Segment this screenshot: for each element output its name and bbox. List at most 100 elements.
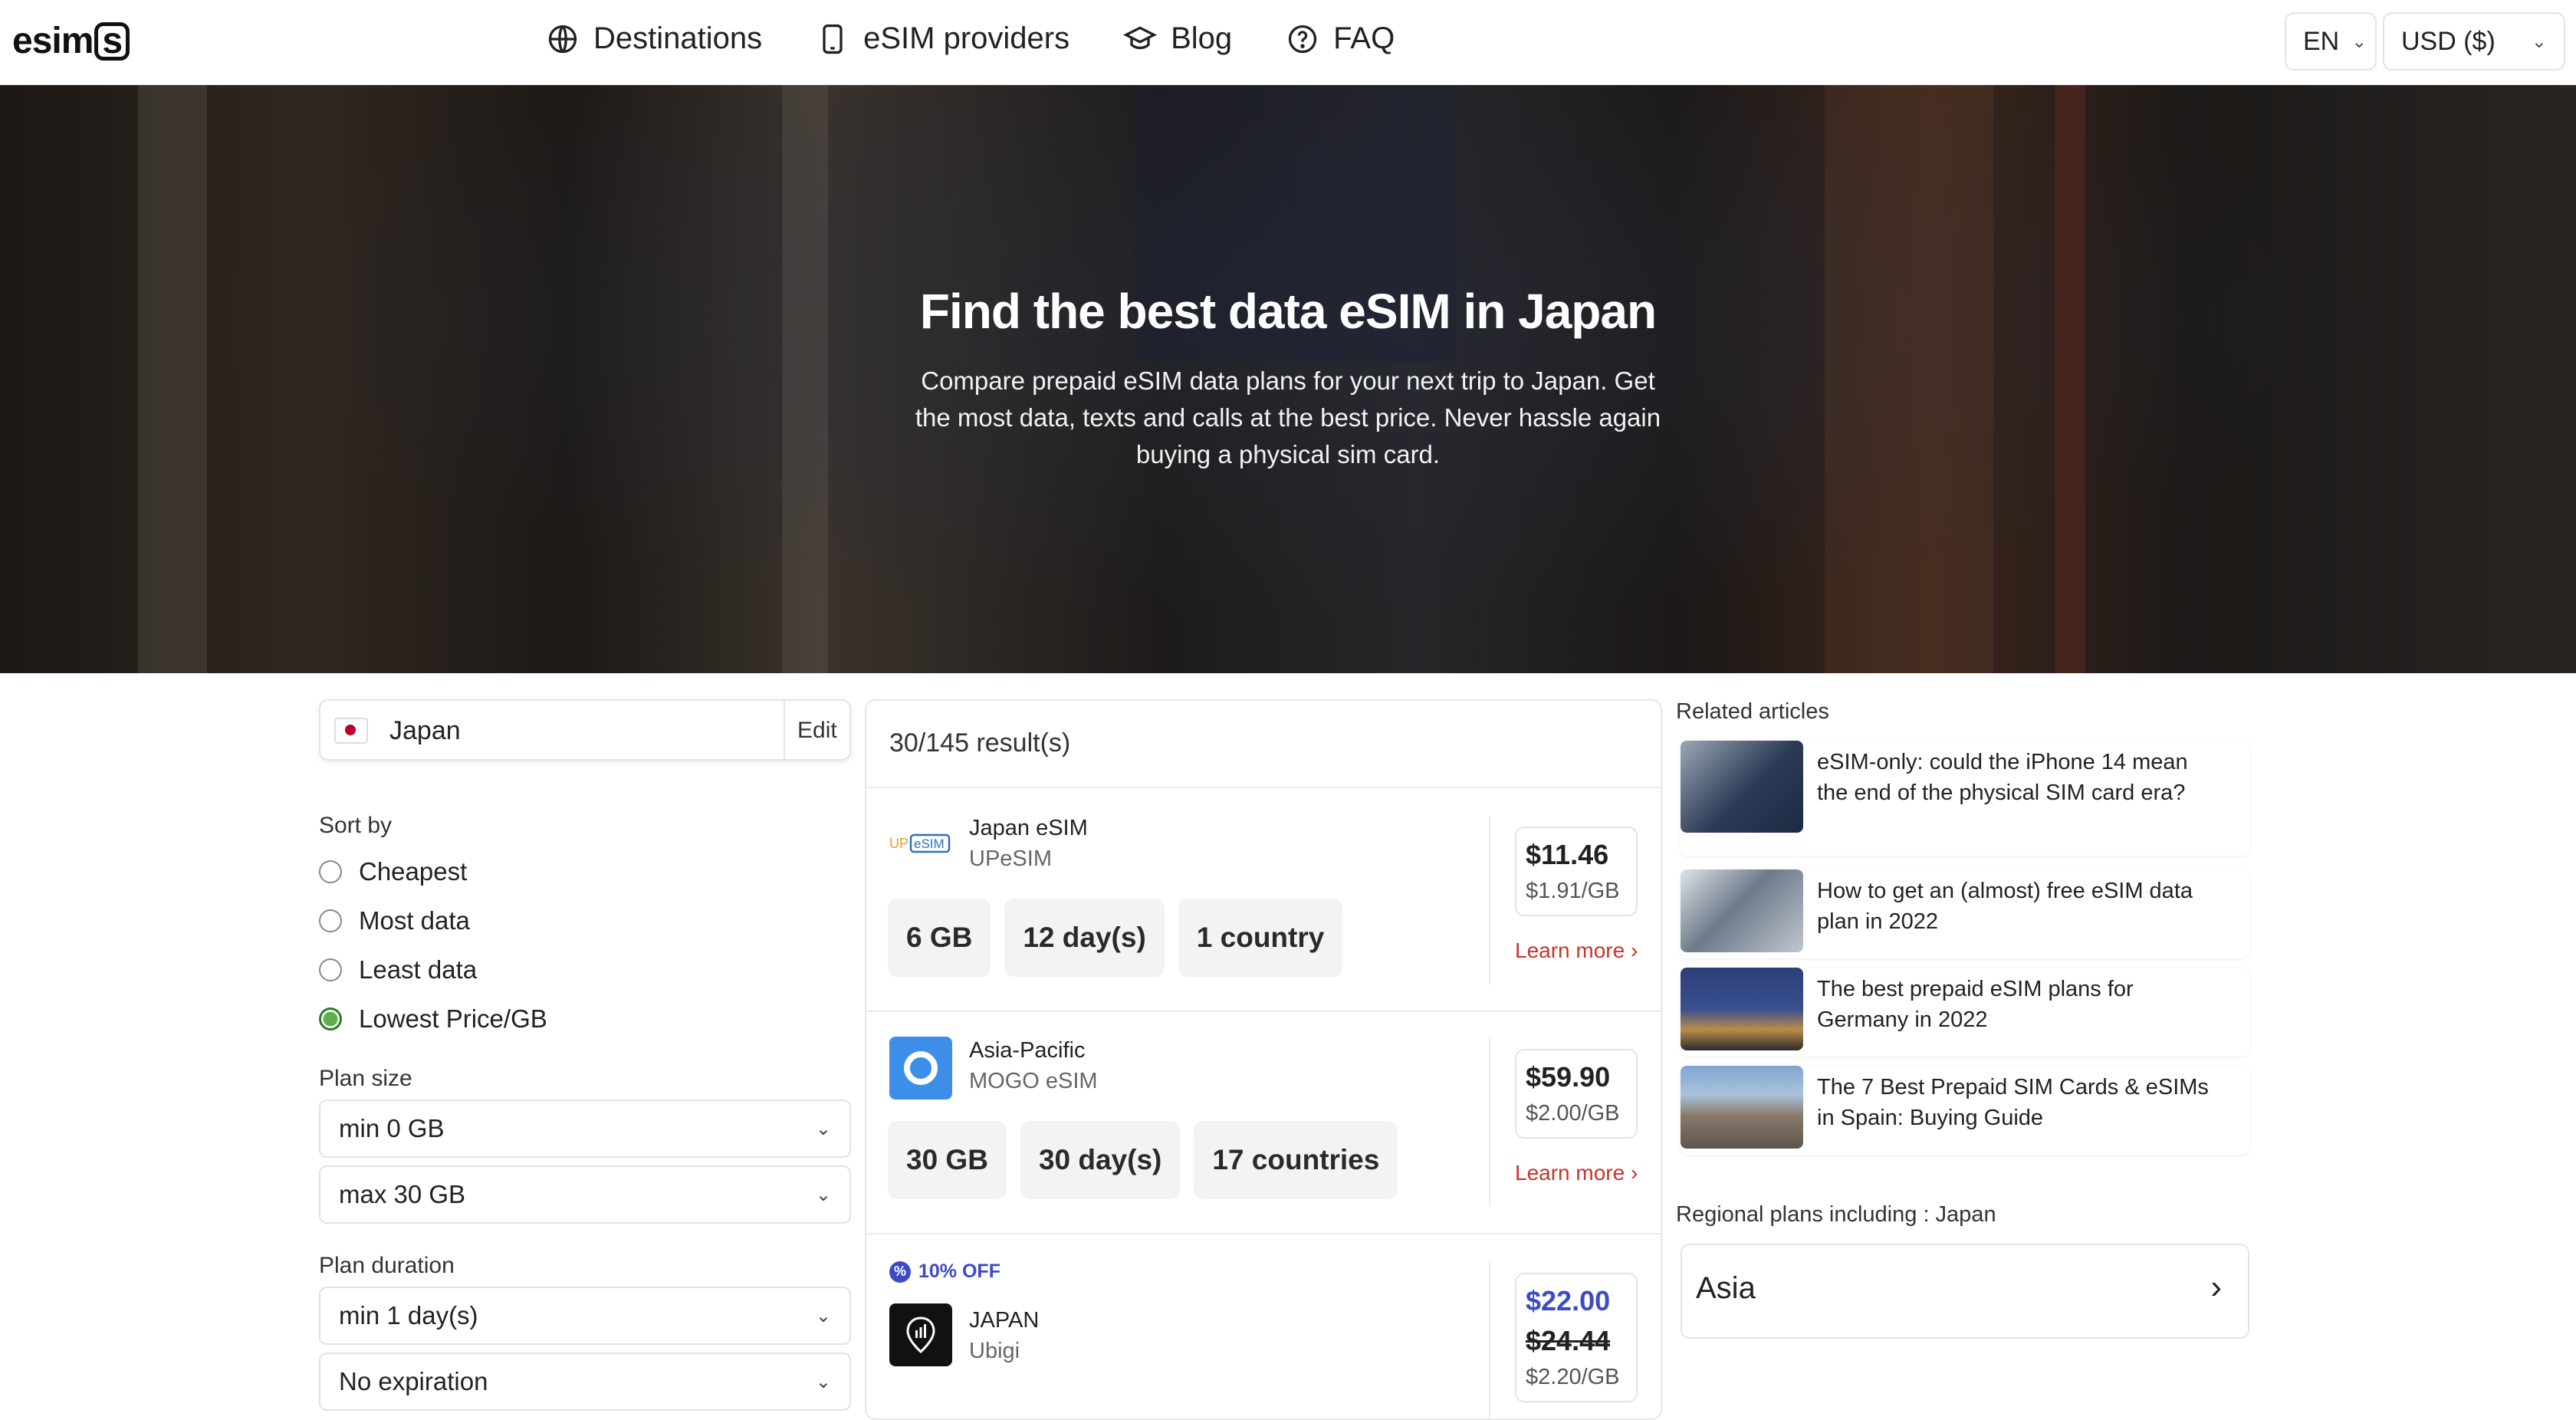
nav-destinations[interactable]: Destinations <box>546 21 762 56</box>
sort-option-most-data[interactable]: Most data <box>319 906 470 935</box>
logo-box: s <box>94 21 130 61</box>
nav-esim-providers-label: eSIM providers <box>863 21 1070 55</box>
plan-provider: Ubigi <box>969 1339 1020 1363</box>
mogo-esim-logo <box>889 1037 952 1100</box>
hero-title: Find the best data eSIM in Japan <box>919 284 1657 339</box>
learn-more-link[interactable]: Learn more › <box>1515 938 1638 963</box>
ring-icon <box>904 1051 938 1085</box>
plan-card[interactable]: Asia-Pacific MOGO eSIM 30 GB 30 day(s) 1… <box>866 1011 1661 1234</box>
site-logo[interactable]: esim s <box>12 20 130 62</box>
results-count: 30/145 result(s) <box>889 728 1071 758</box>
country-name: Japan <box>389 716 461 745</box>
regional-plans-title: Regional plans including : Japan <box>1676 1202 1996 1227</box>
plan-price-per-gb: $2.20/GB <box>1526 1365 1620 1389</box>
nav-destinations-label: Destinations <box>593 21 763 55</box>
radio-button-selected[interactable] <box>319 1007 342 1030</box>
article-title: The best prepaid eSIM plans for Germany … <box>1817 977 2134 1032</box>
article-thumbnail <box>1681 1066 1803 1149</box>
article-title: How to get an (almost) free eSIM data pl… <box>1817 879 2193 934</box>
chevron-down-icon: ⌄ <box>2531 31 2547 52</box>
radio-button[interactable] <box>319 860 342 883</box>
price-box: $11.46 $1.91/GB <box>1515 827 1638 916</box>
divider <box>784 701 785 759</box>
article-card[interactable]: How to get an (almost) free eSIM data pl… <box>1681 869 2249 958</box>
sort-option-lowest-price-gb[interactable]: Lowest Price/GB <box>319 1004 547 1034</box>
plan-coverage-chip: 17 countries <box>1194 1121 1398 1199</box>
radio-button[interactable] <box>319 958 342 981</box>
percent-badge-icon: % <box>889 1261 911 1283</box>
svg-text:UP: UP <box>889 836 909 851</box>
top-header: esim s Destinations eSIM providers Blog F… <box>0 0 2576 85</box>
hero-banner: Find the best data eSIM in Japan Compare… <box>0 85 2576 673</box>
chevron-down-icon: ⌄ <box>815 1184 831 1205</box>
plan-size-label: Plan size <box>319 1066 412 1091</box>
upesim-logo: UP eSIM <box>889 811 952 874</box>
globe-icon <box>548 25 577 53</box>
sort-option-cheapest[interactable]: Cheapest <box>319 857 467 886</box>
plan-data-chip: 6 GB <box>888 899 991 977</box>
svg-text:eSIM: eSIM <box>914 837 945 851</box>
chevron-down-icon: ⌄ <box>2351 31 2367 52</box>
japan-flag-icon <box>334 718 368 744</box>
plan-size-max-select[interactable]: max 30 GB ⌄ <box>319 1165 851 1224</box>
chevron-right-icon: › <box>2210 1268 2222 1306</box>
nav-esim-providers[interactable]: eSIM providers <box>816 21 1070 56</box>
plan-price-per-gb: $2.00/GB <box>1526 1101 1620 1126</box>
plan-price: $11.46 <box>1526 839 1609 870</box>
hero-subtitle: Compare prepaid eSIM data plans for your… <box>915 367 1661 468</box>
plan-days-chip: 12 day(s) <box>1004 899 1165 977</box>
radio-button[interactable] <box>319 909 342 932</box>
related-articles-title: Related articles <box>1676 699 1829 724</box>
edit-country-button[interactable]: Edit <box>797 718 837 744</box>
plan-name: Asia-Pacific <box>969 1038 1086 1063</box>
plan-old-price: $24.44 <box>1526 1325 1611 1356</box>
article-title: The 7 Best Prepaid SIM Cards & eSIMs in … <box>1817 1075 2209 1130</box>
plan-expiration-select[interactable]: No expiration ⌄ <box>319 1353 851 1411</box>
article-thumbnail <box>1681 741 1803 833</box>
plan-price: $59.90 <box>1526 1061 1611 1093</box>
graduation-cap-icon <box>1123 25 1158 49</box>
article-card[interactable]: eSIM-only: could the iPhone 14 mean the … <box>1681 741 2249 856</box>
main-nav: Destinations eSIM providers Blog FAQ <box>546 21 1395 56</box>
sort-option-label: Lowest Price/GB <box>359 1004 547 1033</box>
results-panel: 30/145 result(s) UP eSIM Japan eSIM UPeSI… <box>865 699 1662 1420</box>
nav-faq-label: FAQ <box>1333 21 1395 55</box>
sort-by-label: Sort by <box>319 813 393 838</box>
plan-data-chip: 30 GB <box>888 1121 1007 1199</box>
plan-name: JAPAN <box>969 1308 1040 1333</box>
language-value: EN <box>2303 26 2340 56</box>
chevron-down-icon: ⌄ <box>815 1305 831 1326</box>
sort-option-least-data[interactable]: Least data <box>319 955 477 984</box>
plan-expiration-value: No expiration <box>339 1367 488 1395</box>
nav-faq[interactable]: FAQ <box>1286 21 1395 56</box>
currency-select[interactable]: USD ($) ⌄ <box>2383 12 2565 71</box>
plan-provider: UPeSIM <box>969 846 1052 871</box>
plan-price-per-gb: $1.91/GB <box>1526 879 1620 903</box>
plan-card[interactable]: UP eSIM Japan eSIM UPeSIM 6 GB 12 day(s) … <box>866 788 1661 1012</box>
plan-name: Japan eSIM <box>969 816 1088 840</box>
article-card[interactable]: The 7 Best Prepaid SIM Cards & eSIMs in … <box>1681 1066 2249 1155</box>
plan-provider: MOGO eSIM <box>969 1069 1098 1093</box>
sort-option-label: Cheapest <box>359 857 468 886</box>
divider <box>1489 1038 1490 1207</box>
learn-more-link[interactable]: Learn more › <box>1515 1161 1638 1185</box>
ubigi-logo <box>889 1303 952 1366</box>
discount-badge: % 10% OFF <box>889 1261 1001 1283</box>
plan-card[interactable]: % 10% OFF JAPAN Ubigi $22.00 $24.44 $2.2… <box>866 1233 1661 1418</box>
regional-plan-asia[interactable]: Asia › <box>1681 1244 2249 1339</box>
language-select[interactable]: EN ⌄ <box>2285 12 2377 71</box>
divider <box>1489 816 1490 984</box>
logo-text: esim <box>12 21 94 61</box>
chevron-down-icon: ⌄ <box>815 1118 831 1139</box>
currency-value: USD ($) <box>2401 26 2496 56</box>
nav-blog[interactable]: Blog <box>1123 21 1232 56</box>
article-title: eSIM-only: could the iPhone 14 mean the … <box>1817 750 2188 805</box>
plan-size-min-select[interactable]: min 0 GB ⌄ <box>319 1100 851 1158</box>
article-thumbnail <box>1681 968 1803 1050</box>
country-selector[interactable]: Japan Edit <box>319 699 851 761</box>
article-card[interactable]: The best prepaid eSIM plans for Germany … <box>1681 968 2249 1057</box>
plan-size-max-value: max 30 GB <box>339 1180 466 1208</box>
plan-features: 30 GB 30 day(s) 17 countries <box>888 1121 1398 1199</box>
divider <box>1489 1261 1490 1418</box>
plan-duration-min-select[interactable]: min 1 day(s) ⌄ <box>319 1287 851 1345</box>
